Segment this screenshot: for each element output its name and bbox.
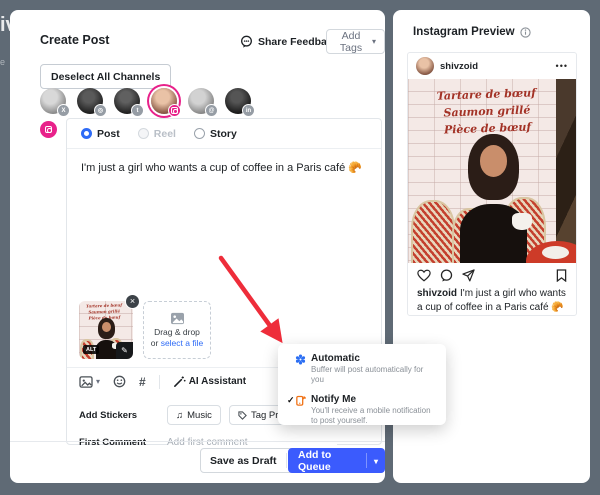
threads-badge-icon: @	[205, 104, 218, 117]
channel-instagram-selected[interactable]	[151, 88, 177, 114]
image-icon	[170, 312, 185, 325]
instagram-badge-icon	[168, 104, 181, 117]
first-comment-input[interactable]	[167, 437, 337, 448]
tab-reel-label: Reel	[154, 128, 176, 140]
menu-item-automatic[interactable]: Automatic Buffer will post automatically…	[278, 353, 446, 386]
post-header: shivzoid •••	[408, 53, 576, 79]
caret-down-icon[interactable]: ▾	[374, 457, 378, 466]
channel-x[interactable]: X	[40, 88, 66, 114]
music-button[interactable]: ♫ Music	[167, 405, 221, 425]
magic-wand-icon	[173, 375, 186, 388]
twitter-badge-icon: t	[131, 104, 144, 117]
radio-icon	[194, 128, 205, 139]
channel-twitter[interactable]: t	[114, 88, 140, 114]
avatar	[416, 57, 434, 75]
feedback-bubble-icon	[240, 35, 253, 48]
instagram-badge-icon: ◎	[94, 104, 107, 117]
post-text-editor[interactable]: I'm just a girl who wants a cup of coffe…	[67, 149, 381, 188]
channel-instagram-2[interactable]: ◎	[77, 88, 103, 114]
music-label: Music	[187, 410, 212, 421]
pencil-icon: ✎	[121, 346, 128, 355]
x-badge-icon: X	[57, 104, 70, 117]
tab-story-label: Story	[210, 128, 237, 140]
menu-item-notify-me[interactable]: ✓ Notify Me You'll receive a mobile noti…	[278, 394, 446, 427]
smiley-icon	[113, 375, 126, 388]
hashtag-button[interactable]: #	[139, 375, 146, 389]
instagram-post-card: shivzoid ••• Tartare de bœuf Saumon gril…	[407, 52, 577, 316]
caret-down-icon: ▾	[96, 378, 100, 386]
add-stickers-label: Add Stickers	[79, 410, 167, 421]
toolbar-divider	[159, 375, 160, 389]
add-to-queue-button[interactable]: Add to Queue ▾	[288, 448, 385, 473]
ai-assistant-label: AI Assistant	[189, 376, 246, 387]
info-icon[interactable]	[520, 27, 531, 38]
media-icon	[79, 376, 93, 388]
automatic-description: Buffer will post automatically for you	[311, 365, 434, 386]
tab-story[interactable]: Story	[194, 128, 237, 140]
media-attachments: × Tartare de bœuf Saumon grillé Pièce de…	[79, 301, 211, 359]
username: shivzoid	[440, 61, 550, 72]
deselect-all-channels-button[interactable]: Deselect All Channels	[40, 64, 171, 89]
preview-title: Instagram Preview	[413, 26, 531, 38]
background-clipped-text: e	[0, 57, 5, 67]
post-caption: shivzoidI'm just a girl who wants a cup …	[408, 287, 576, 316]
post-photo: Tartare de bœuf Saumon grillé Pièce de b…	[408, 79, 576, 263]
caption-username: shivzoid	[417, 288, 457, 299]
first-comment-label: First Comment	[79, 437, 167, 448]
tab-post-label: Post	[97, 128, 120, 140]
post-actions	[408, 263, 576, 287]
window-frame	[556, 79, 576, 263]
ai-assistant-button[interactable]: AI Assistant	[173, 375, 246, 388]
channel-selector: X ◎ t @ in	[40, 88, 251, 114]
channel-linkedin[interactable]: in	[225, 88, 251, 114]
like-icon[interactable]	[417, 269, 431, 282]
hashtag-icon: #	[139, 375, 146, 389]
automatic-flower-icon	[295, 354, 306, 365]
channel-threads[interactable]: @	[188, 88, 214, 114]
page-title: Create Post	[40, 33, 109, 47]
add-tags-label: Add Tags	[335, 30, 367, 54]
notify-title: Notify Me	[311, 394, 434, 405]
notify-phone-icon	[295, 395, 306, 406]
bookmark-icon[interactable]	[556, 269, 567, 282]
file-dropzone[interactable]: Drag & drop or select a file	[143, 301, 211, 359]
schedule-mode-menu: Automatic Buffer will post automatically…	[278, 344, 446, 425]
footer-divider	[10, 441, 385, 442]
linkedin-badge-icon: in	[242, 104, 255, 117]
edit-image-button[interactable]: ✎	[116, 342, 133, 359]
comment-icon[interactable]	[440, 269, 453, 282]
tab-post[interactable]: Post	[81, 128, 120, 140]
check-icon: ✓	[287, 395, 295, 406]
instagram-composer-icon	[40, 121, 57, 138]
music-note-icon: ♫	[176, 410, 183, 421]
more-options-icon[interactable]: •••	[556, 61, 568, 71]
post-type-tabs: Post Reel Story	[67, 119, 381, 149]
notify-description: You'll receive a mobile notification to …	[311, 406, 434, 427]
caret-down-icon: ▾	[372, 38, 376, 46]
share-feedback-button[interactable]: Share Feedback	[240, 35, 339, 48]
remove-image-button[interactable]: ×	[125, 294, 140, 309]
add-to-queue-label: Add to Queue	[288, 449, 366, 473]
emoji-picker-button[interactable]	[113, 375, 126, 388]
radio-disabled-icon	[138, 128, 149, 139]
dropzone-text2: or select a file	[151, 338, 203, 349]
automatic-title: Automatic	[311, 353, 434, 364]
select-file-link[interactable]: select a file	[161, 338, 204, 348]
radio-selected-icon	[81, 128, 92, 139]
save-as-draft-label: Save as Draft	[201, 455, 286, 467]
dropzone-text: Drag & drop	[154, 327, 200, 338]
share-icon[interactable]	[462, 269, 475, 282]
attached-image-thumbnail[interactable]: × Tartare de bœuf Saumon grillé Pièce de…	[79, 301, 133, 359]
tab-reel: Reel	[138, 128, 176, 140]
add-tags-button[interactable]: Add Tags ▾	[326, 29, 385, 54]
tag-icon	[238, 411, 247, 420]
add-media-button[interactable]: ▾	[79, 376, 100, 388]
alt-text-badge[interactable]: ALT	[83, 345, 99, 354]
